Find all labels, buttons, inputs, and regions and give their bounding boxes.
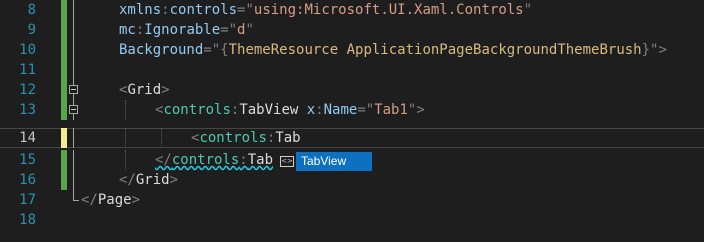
token: </ [81, 192, 98, 208]
token: TabView [239, 102, 299, 118]
token: > [169, 172, 179, 188]
line-number: 11 [19, 62, 36, 78]
token: > [131, 192, 141, 208]
change-marker [61, 80, 67, 100]
collapse-grid-toggle[interactable] [69, 85, 78, 94]
change-marker [61, 40, 67, 60]
token: =" [203, 42, 221, 58]
code-line[interactable]: 13 <controls:TabView x:Name="Tab1"> [0, 100, 704, 120]
completion-item-tabview[interactable]: TabView [296, 152, 372, 171]
token: : [239, 152, 248, 168]
token: Name [323, 102, 358, 118]
token: " [245, 22, 254, 38]
fold-guide [73, 40, 74, 60]
unsaved-change-marker [61, 128, 67, 148]
code-line[interactable]: 17 </Page> [0, 190, 704, 210]
code-text: <Grid> [87, 80, 170, 100]
token: controls [171, 152, 240, 168]
token: Tab1 [374, 102, 408, 118]
code-text: <controls:TabView x:Name="Tab1"> [87, 100, 425, 120]
token: { [220, 42, 229, 58]
fold-guide [73, 0, 74, 20]
token: > [161, 82, 170, 98]
token: </ [119, 172, 136, 188]
token: controls [199, 130, 267, 146]
code-text: Background="{ThemeResource ApplicationPa… [87, 40, 667, 60]
change-marker [61, 150, 67, 170]
change-marker [61, 0, 67, 20]
line-number: 8 [27, 2, 36, 18]
fold-guide [73, 60, 74, 80]
intellisense-popup[interactable]: <> TabView [278, 152, 372, 171]
line-number: 13 [19, 102, 36, 118]
code-text: </Page> [81, 190, 140, 210]
line-number: 17 [19, 192, 36, 208]
code-text: </Grid> [87, 170, 178, 190]
token: =" [237, 2, 254, 18]
token: : [161, 2, 170, 18]
token: mc [119, 22, 136, 38]
code-editor[interactable]: 8 xmlns:controls="using:Microsoft.UI.Xam… [0, 0, 704, 242]
code-line[interactable]: 16 </Grid> [0, 170, 704, 190]
line-number: 18 [19, 212, 36, 228]
token: ThemeResource ApplicationPageBackgroundT… [228, 42, 642, 58]
change-marker [61, 170, 67, 190]
change-marker [61, 100, 67, 120]
code-text: xmlns:controls="using:Microsoft.UI.Xaml.… [87, 0, 532, 20]
token: controls [163, 102, 231, 118]
collapse-tabview-toggle[interactable] [69, 105, 78, 114]
line-number: 15 [19, 152, 36, 168]
code-line[interactable]: 9 mc:Ignorable="d" [0, 20, 704, 40]
token: =" [220, 22, 238, 38]
fold-end-marker [73, 200, 79, 201]
code-text: <controls:Tab [87, 129, 301, 149]
fold-guide [73, 20, 74, 40]
code-text: </controls:Tab [87, 150, 273, 170]
token: using:Microsoft.UI.Xaml.Controls [253, 2, 524, 18]
token: "> [407, 102, 425, 118]
token: " [523, 2, 533, 18]
code-line[interactable]: 18 [0, 210, 704, 230]
token: Tab [275, 130, 301, 146]
token: =" [357, 102, 375, 118]
line-number: 10 [19, 42, 36, 58]
change-marker [61, 20, 67, 40]
fold-guide [73, 150, 74, 170]
token: x [298, 102, 316, 118]
code-line[interactable]: 11 [0, 60, 704, 80]
code-line[interactable]: 12 <Grid> [0, 80, 704, 100]
token: : [315, 102, 324, 118]
fold-guide [73, 128, 74, 148]
token: } [641, 42, 651, 58]
token: Grid [135, 172, 170, 188]
code-text: mc:Ignorable="d" [87, 20, 254, 40]
token: Background [119, 42, 204, 58]
fold-guide [73, 190, 74, 200]
code-line[interactable]: 10 Background="{ThemeResource Applicatio… [0, 40, 704, 60]
token: Ignorable [144, 22, 221, 38]
line-number: 12 [19, 82, 36, 98]
line-number: 9 [27, 22, 36, 38]
fold-guide [73, 170, 74, 190]
change-marker [61, 60, 67, 80]
code-line[interactable]: 8 xmlns:controls="using:Microsoft.UI.Xam… [0, 0, 704, 20]
line-number: 14 [19, 130, 36, 146]
token: </ [155, 152, 172, 168]
token: xmlns [119, 2, 162, 18]
token: Page [97, 192, 132, 208]
current-code-line[interactable]: 14 <controls:Tab [0, 128, 704, 148]
line-number: 16 [19, 172, 36, 188]
xaml-element-icon: <> [280, 156, 294, 167]
token: Grid [127, 82, 162, 98]
token: "> [650, 42, 667, 58]
token: controls [169, 2, 238, 18]
token: Tab [247, 152, 274, 168]
